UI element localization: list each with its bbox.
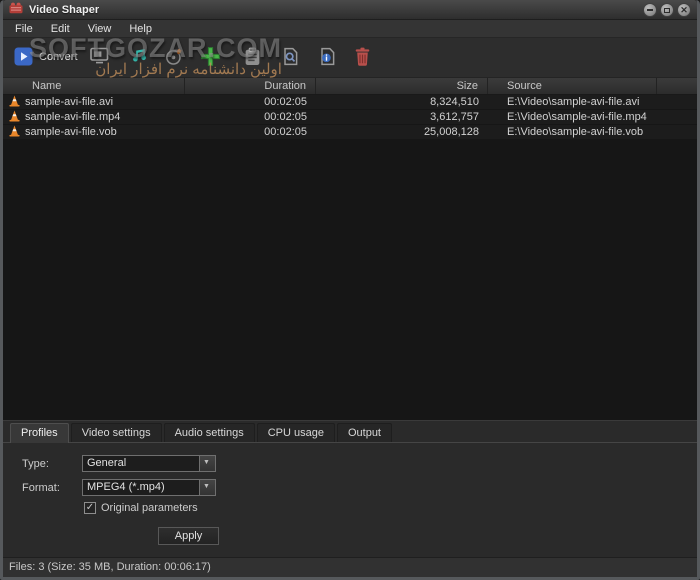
add-audio-icon [130, 47, 147, 64]
window-controls: ✕ [643, 3, 691, 17]
tab-audio-settings[interactable]: Audio settings [163, 423, 255, 442]
type-select-value: General [87, 457, 127, 469]
minimize-icon [647, 9, 653, 11]
add-disc-button[interactable] [165, 47, 184, 66]
settings-tabs: Profiles Video settings Audio settings C… [3, 421, 697, 443]
file-duration: 00:02:05 [264, 126, 307, 138]
table-row[interactable]: sample-avi-file.avi 00:02:05 8,324,510 E… [3, 95, 697, 110]
paste-button[interactable] [244, 47, 261, 66]
preview-icon [282, 47, 299, 66]
table-row[interactable]: sample-avi-file.mp4 00:02:05 3,612,757 E… [3, 110, 697, 125]
file-source: E:\Video\sample-avi-file.vob [507, 126, 644, 138]
menu-view[interactable]: View [79, 21, 121, 37]
type-label: Type: [22, 458, 49, 470]
vlc-cone-icon [9, 110, 20, 125]
column-header-source[interactable]: Source [488, 78, 657, 94]
file-source: E:\Video\sample-avi-file.mp4 [507, 111, 647, 123]
status-text: Files: 3 (Size: 35 MB, Duration: 00:06:1… [9, 561, 211, 573]
file-size: 3,612,757 [430, 111, 479, 123]
chevron-down-icon[interactable] [199, 480, 215, 495]
format-select[interactable]: MPEG4 (*.mp4) [82, 479, 216, 496]
title-bar[interactable]: Video Shaper ✕ [3, 0, 697, 20]
file-name: sample-avi-file.vob [25, 126, 117, 138]
file-name: sample-avi-file.mp4 [25, 111, 121, 123]
add-video-icon [90, 47, 109, 64]
app-window: Video Shaper ✕ File Edit View Help Conve… [0, 0, 700, 580]
close-button[interactable]: ✕ [677, 3, 691, 17]
tab-video-settings[interactable]: Video settings [70, 423, 162, 442]
window-title: Video Shaper [29, 3, 100, 16]
vlc-cone-icon [9, 95, 20, 110]
tab-profiles[interactable]: Profiles [10, 423, 69, 443]
paste-icon [244, 47, 261, 66]
format-label: Format: [22, 482, 60, 494]
add-disc-icon [165, 47, 184, 66]
original-parameters-label: Original parameters [101, 502, 198, 514]
file-duration: 00:02:05 [264, 96, 307, 108]
maximize-button[interactable] [660, 3, 674, 17]
format-select-value: MPEG4 (*.mp4) [87, 481, 165, 493]
preview-button[interactable] [282, 47, 299, 66]
add-files-icon [199, 45, 222, 68]
file-info-icon [319, 47, 336, 66]
chevron-down-icon[interactable] [199, 456, 215, 471]
menu-bar: File Edit View Help [3, 20, 697, 38]
file-duration: 00:02:05 [264, 111, 307, 123]
apply-button[interactable]: Apply [158, 527, 219, 545]
column-header-size[interactable]: Size [316, 78, 488, 94]
close-icon: ✕ [680, 4, 688, 15]
file-source: E:\Video\sample-avi-file.avi [507, 96, 640, 108]
column-header-name[interactable]: Name [3, 78, 185, 94]
tab-output[interactable]: Output [336, 423, 392, 442]
add-files-button[interactable] [199, 45, 222, 68]
delete-button[interactable] [355, 47, 370, 66]
toolbar: Convert [3, 38, 697, 78]
file-list: sample-avi-file.avi 00:02:05 8,324,510 E… [3, 95, 697, 420]
add-video-button[interactable] [90, 47, 109, 64]
menu-edit[interactable]: Edit [42, 21, 79, 37]
settings-panel: Profiles Video settings Audio settings C… [3, 420, 697, 557]
table-row[interactable]: sample-avi-file.vob 00:02:05 25,008,128 … [3, 125, 697, 140]
file-size: 8,324,510 [430, 96, 479, 108]
vlc-cone-icon [9, 125, 20, 140]
convert-button[interactable]: Convert [14, 47, 78, 66]
maximize-icon [664, 7, 670, 13]
profiles-form: Type: General Format: MPEG4 (*.mp4) Orig… [3, 443, 697, 557]
original-parameters-option[interactable]: Original parameters [84, 502, 198, 514]
file-name: sample-avi-file.avi [25, 96, 114, 108]
convert-label: Convert [39, 50, 78, 63]
checkbox-checked-icon[interactable] [84, 502, 96, 514]
file-list-header: Name Duration Size Source [3, 78, 697, 95]
file-size: 25,008,128 [423, 126, 479, 138]
delete-icon [355, 47, 370, 66]
menu-help[interactable]: Help [120, 21, 161, 37]
type-select[interactable]: General [82, 455, 216, 472]
column-header-duration[interactable]: Duration [185, 78, 316, 94]
menu-file[interactable]: File [6, 21, 42, 37]
status-bar: Files: 3 (Size: 35 MB, Duration: 00:06:1… [3, 557, 697, 577]
add-audio-button[interactable] [130, 47, 147, 64]
file-info-button[interactable] [319, 47, 336, 66]
app-icon [9, 1, 23, 19]
minimize-button[interactable] [643, 3, 657, 17]
tab-cpu-usage[interactable]: CPU usage [256, 423, 335, 442]
convert-icon [14, 47, 33, 66]
column-header-spacer [657, 78, 697, 94]
